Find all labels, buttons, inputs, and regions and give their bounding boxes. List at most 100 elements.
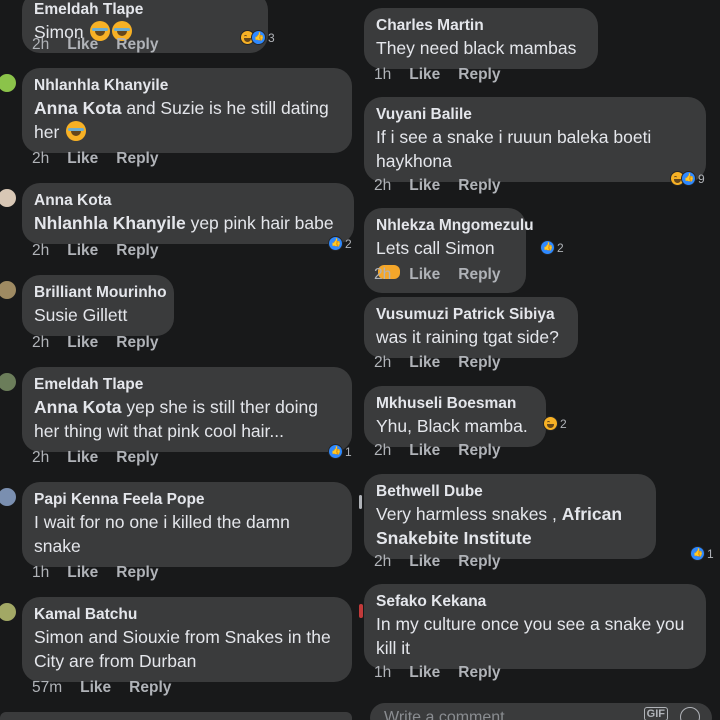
reply-button[interactable]: Reply xyxy=(458,553,500,571)
reply-button[interactable]: Reply xyxy=(116,564,158,582)
comment-actions: 2h Like Reply xyxy=(32,242,176,260)
like-button[interactable]: Like xyxy=(409,553,440,571)
comment-bubble: Charles Martin They need black mambas xyxy=(364,8,598,69)
avatar[interactable] xyxy=(0,189,16,207)
comment-actions: 2h Like Reply xyxy=(374,354,518,372)
comment-text: Anna Kota and Suzie is he still dating h… xyxy=(34,96,340,144)
like-button[interactable]: Like xyxy=(67,449,98,467)
like-button[interactable]: Like xyxy=(409,66,440,84)
reaction-summary[interactable]: 2 xyxy=(540,240,564,255)
like-button[interactable]: Like xyxy=(67,242,98,260)
mention-link[interactable]: Anna Kota xyxy=(34,98,122,118)
like-button[interactable]: Like xyxy=(67,36,98,54)
comment-actions: 2h Like Reply xyxy=(374,442,518,460)
comment-time: 2h xyxy=(374,553,392,570)
comment-author[interactable]: Anna Kota xyxy=(34,191,342,211)
right-comment-column: Charles Martin They need black mambas 1h Li… xyxy=(360,0,720,720)
reply-button[interactable]: Reply xyxy=(458,354,500,372)
reaction-summary[interactable]: 3 xyxy=(240,30,275,45)
reaction-count: 1 xyxy=(707,546,714,561)
comment-actions: 2h Like Reply xyxy=(374,266,518,284)
comment-placeholder: Write a comment... xyxy=(384,709,518,720)
comment-text: They need black mambas xyxy=(376,36,586,60)
haha-reaction-icon xyxy=(543,416,558,431)
like-button[interactable]: Like xyxy=(67,564,98,582)
comment-author[interactable]: Nhlanhla Khanyile xyxy=(34,76,340,96)
reply-button[interactable]: Reply xyxy=(116,242,158,260)
comment-author[interactable]: Kamal Batchu xyxy=(34,605,340,625)
reply-button[interactable]: Reply xyxy=(458,66,500,84)
reaction-summary[interactable]: 1 xyxy=(690,546,714,561)
like-button[interactable]: Like xyxy=(67,334,98,352)
comment-text-segment: Lets call Simon xyxy=(376,238,495,258)
comment-actions: 1h Like Reply xyxy=(32,564,176,582)
avatar[interactable] xyxy=(0,603,16,621)
comment-bubble: Emeldah Tlape Anna Kota yep she is still … xyxy=(22,367,352,452)
scroll-edge-marker xyxy=(359,604,363,618)
comment-time: 57m xyxy=(32,679,63,696)
like-button[interactable]: Like xyxy=(67,150,98,168)
comment-time: 2h xyxy=(374,177,392,194)
avatar[interactable] xyxy=(0,373,16,391)
like-button[interactable]: Like xyxy=(409,354,440,372)
reaction-summary[interactable]: 9 xyxy=(670,171,705,186)
reply-button[interactable]: Reply xyxy=(116,36,158,54)
comment-bubble: Bethwell Dube Very harmless snakes , Afri… xyxy=(364,474,656,559)
comment-actions: 1h Like Reply xyxy=(374,664,518,682)
comment-text-segment: Simon and Siouxie from Snakes in the Cit… xyxy=(34,627,331,671)
mention-link[interactable]: Anna Kota xyxy=(34,397,122,417)
comment-author[interactable]: Mkhuseli Boesman xyxy=(376,394,534,414)
reply-button[interactable]: Reply xyxy=(458,442,500,460)
reply-button[interactable]: Reply xyxy=(116,150,158,168)
reaction-summary[interactable]: 1 xyxy=(328,444,352,459)
gif-icon[interactable]: GIF xyxy=(643,707,668,720)
reaction-summary[interactable]: 2 xyxy=(328,236,352,251)
reaction-count: 3 xyxy=(268,30,275,45)
comment-bubble: Sefako Kekana In my culture once you see … xyxy=(364,584,706,669)
comment-text-segment: I wait for no one i killed the damn snak… xyxy=(34,512,290,556)
comment-actions: 2h Like Reply xyxy=(32,334,176,352)
comment-author[interactable]: Vusumuzi Patrick Sibiya xyxy=(376,305,566,325)
comment-author[interactable]: Nhlekza Mngomezulu xyxy=(376,216,534,236)
avatar[interactable] xyxy=(0,281,16,299)
comment-author[interactable]: Sefako Kekana xyxy=(376,592,694,612)
comment-time: 2h xyxy=(32,334,50,351)
comment-author[interactable]: Brilliant Mourinho xyxy=(34,283,167,303)
reply-button[interactable]: Reply xyxy=(458,177,500,195)
like-button[interactable]: Like xyxy=(409,177,440,195)
comment-author[interactable]: Emeldah Tlape xyxy=(34,0,256,20)
avatar[interactable] xyxy=(0,74,16,92)
like-reaction-icon xyxy=(690,546,705,561)
reply-button[interactable]: Reply xyxy=(129,679,171,697)
comment-author[interactable]: Vuyani Balile xyxy=(376,105,694,125)
comment-text-segment: If i see a snake i ruuun baleka boeti ha… xyxy=(376,127,652,171)
comment-actions: 57m Like Reply xyxy=(32,679,189,697)
comment-author[interactable]: Charles Martin xyxy=(376,16,586,36)
comment-author[interactable]: Papi Kenna Feela Pope xyxy=(34,490,340,510)
comment-time: 2h xyxy=(374,266,392,283)
comment-input[interactable]: Write a comment... GIF xyxy=(370,703,712,720)
comment-text-segment: Very harmless snakes , xyxy=(376,504,562,524)
reaction-summary[interactable]: 2 xyxy=(543,416,567,431)
avatar[interactable] xyxy=(0,488,16,506)
like-button[interactable]: Like xyxy=(409,664,440,682)
like-button[interactable]: Like xyxy=(80,679,111,697)
partial-next-comment xyxy=(0,712,352,720)
comment-author[interactable]: Emeldah Tlape xyxy=(34,375,340,395)
mention-link[interactable]: Nhlanhla Khanyile xyxy=(34,213,186,233)
reply-button[interactable]: Reply xyxy=(116,334,158,352)
comment-time: 1h xyxy=(374,664,392,681)
like-button[interactable]: Like xyxy=(409,442,440,460)
sticker-icon[interactable] xyxy=(680,707,700,720)
reply-button[interactable]: Reply xyxy=(116,449,158,467)
reply-button[interactable]: Reply xyxy=(458,664,500,682)
comment-author[interactable]: Bethwell Dube xyxy=(376,482,644,502)
reaction-count: 1 xyxy=(345,444,352,459)
reaction-count: 2 xyxy=(560,416,567,431)
reply-button[interactable]: Reply xyxy=(458,266,500,284)
comment-text-segment: Susie Gillett xyxy=(34,305,128,325)
comment-text: was it raining tgat side? xyxy=(376,325,566,349)
comment-actions: 2h Like Reply xyxy=(32,449,176,467)
comment-text: Very harmless snakes , African Snakebite… xyxy=(376,502,644,550)
like-button[interactable]: Like xyxy=(409,266,440,284)
